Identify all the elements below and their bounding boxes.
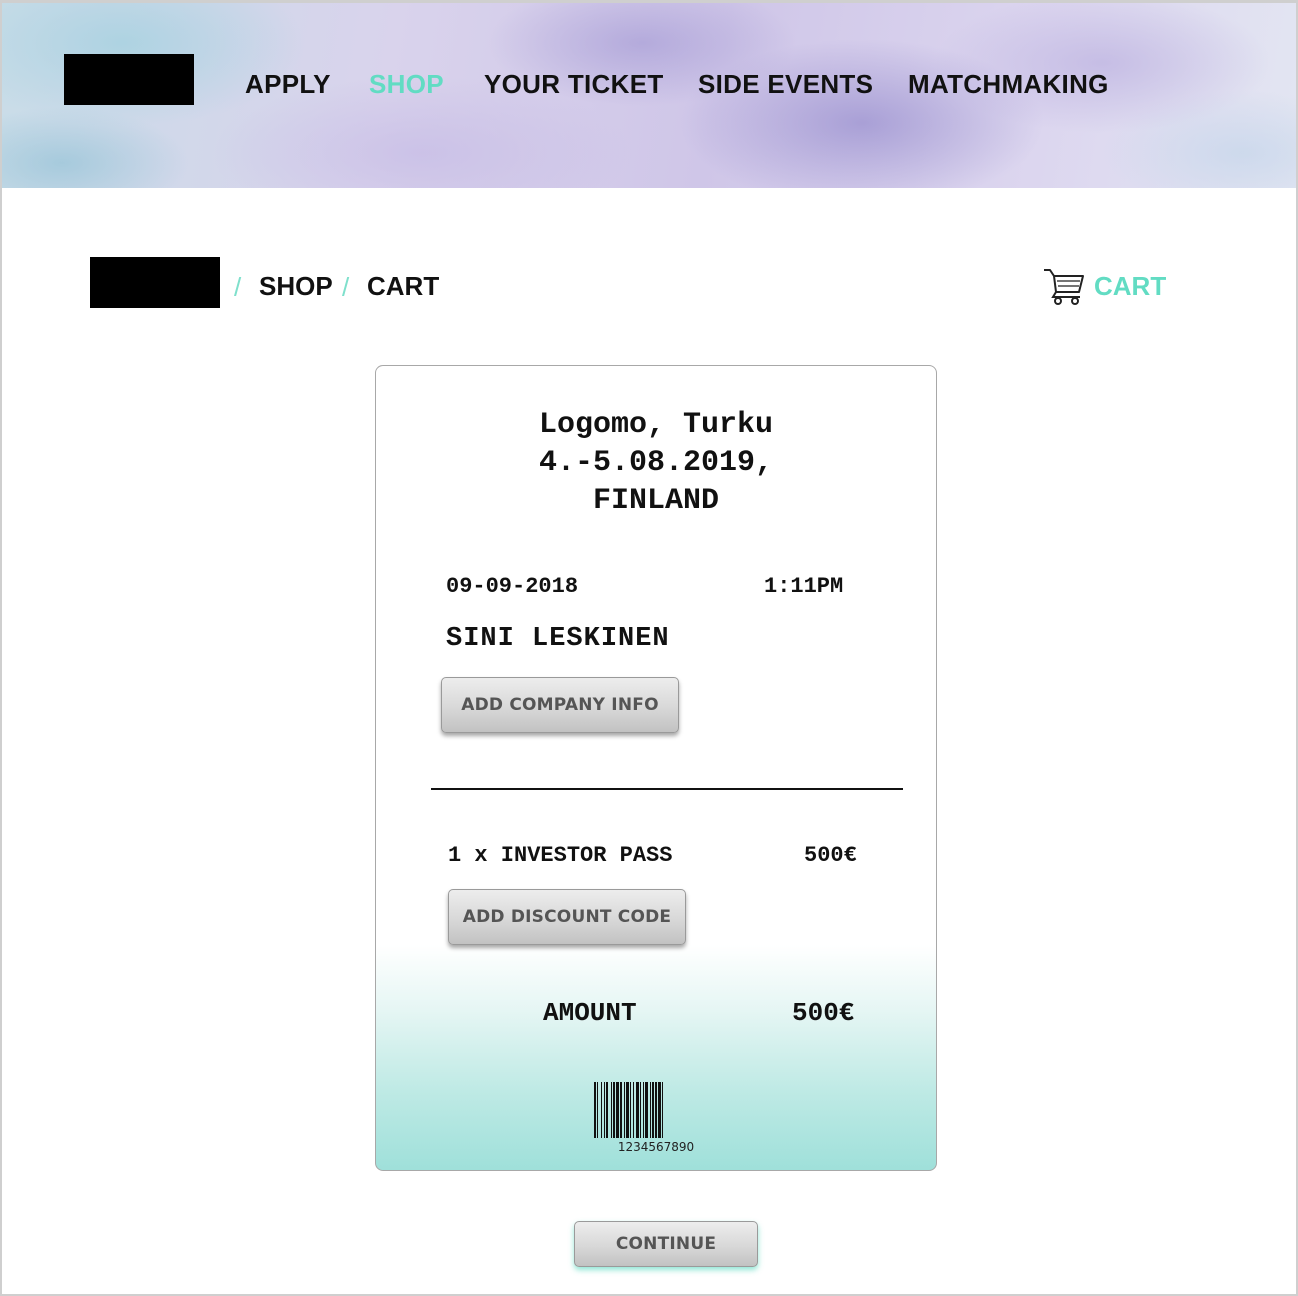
add-discount-code-button[interactable]: ADD DISCOUNT CODE	[448, 889, 686, 945]
amount-value: 500€	[792, 998, 855, 1028]
barcode-number: 1234567890	[617, 1140, 695, 1154]
breadcrumb-home-logo[interactable]	[90, 257, 220, 308]
site-logo[interactable]	[64, 54, 194, 105]
cart-icon	[1044, 269, 1084, 305]
venue-line-1: Logomo, Turku	[538, 408, 774, 442]
cart-link[interactable]: CART	[1042, 266, 1166, 306]
nav-shop[interactable]: SHOP	[369, 69, 444, 100]
barcode-image	[594, 1082, 663, 1138]
line-item-price: 500€	[804, 843, 857, 868]
site-header: APPLY SHOP YOUR TICKET SIDE EVENTS MATCH…	[2, 3, 1296, 188]
venue-line-2: 4.-5.08.2019,	[538, 446, 774, 480]
nav-matchmaking[interactable]: MATCHMAKING	[908, 69, 1109, 100]
order-date: 09-09-2018	[446, 574, 579, 599]
order-time: 1:11PM	[764, 574, 844, 599]
continue-button[interactable]: CONTINUE	[574, 1221, 758, 1267]
breadcrumb-separator: /	[234, 272, 242, 302]
breadcrumb-shop[interactable]: SHOP	[259, 271, 333, 302]
breadcrumb-cart[interactable]: CART	[367, 271, 439, 302]
venue-line-3: FINLAND	[592, 484, 720, 518]
nav-your-ticket[interactable]: YOUR TICKET	[484, 69, 664, 100]
nav-side-events[interactable]: SIDE EVENTS	[698, 69, 873, 100]
receipt-divider	[431, 788, 903, 790]
customer-name: SINI LESKINEN	[446, 624, 670, 654]
receipt-card: Logomo, Turku 4.-5.08.2019, FINLAND 09-0…	[375, 365, 937, 1171]
nav-apply[interactable]: APPLY	[245, 69, 331, 100]
event-venue: Logomo, Turku 4.-5.08.2019, FINLAND	[376, 406, 936, 520]
amount-label: AMOUNT	[543, 998, 637, 1028]
cart-label: CART	[1094, 270, 1167, 301]
add-company-info-button[interactable]: ADD COMPANY INFO	[441, 677, 679, 733]
breadcrumb-separator: /	[342, 272, 350, 302]
line-item-label: 1 x INVESTOR PASS	[448, 843, 673, 868]
